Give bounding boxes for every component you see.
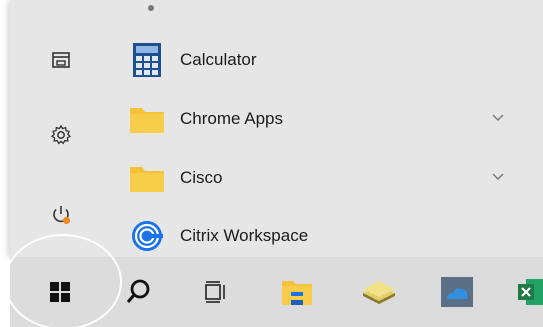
chevron-down-icon[interactable] <box>490 109 506 125</box>
start-menu: Calculator Chrome Apps Cisco Citrix Work… <box>10 0 543 257</box>
app-item-citrix-workspace[interactable]: Citrix Workspace <box>118 214 518 258</box>
citrix-icon <box>128 217 166 255</box>
power-icon[interactable] <box>48 202 74 228</box>
taskbar <box>10 257 543 327</box>
task-view-icon <box>205 281 225 303</box>
calculator-icon <box>128 41 166 79</box>
task-view-button[interactable] <box>193 269 239 315</box>
app-item-chrome-apps[interactable]: Chrome Apps <box>118 97 518 141</box>
excel-button[interactable] <box>510 269 543 315</box>
settings-icon[interactable] <box>48 122 74 148</box>
app-item-cisco[interactable]: Cisco <box>118 156 518 200</box>
windows-start-icon <box>50 282 70 302</box>
excel-icon <box>518 279 543 305</box>
app-label: Citrix Workspace <box>180 226 309 245</box>
search-icon <box>126 279 150 303</box>
app-list: Calculator Chrome Apps Cisco Citrix Work… <box>118 0 543 257</box>
file-explorer-icon <box>282 281 312 305</box>
stack-app-icon <box>363 281 395 304</box>
onedrive-app-button[interactable] <box>434 269 480 315</box>
start-menu-rail <box>10 0 106 257</box>
app-label: Chrome Apps <box>180 109 283 128</box>
windows-start-button[interactable] <box>37 269 83 315</box>
chevron-down-icon[interactable] <box>490 168 506 184</box>
folder-icon <box>128 159 166 197</box>
onedrive-app-icon <box>441 277 473 307</box>
documents-icon[interactable] <box>48 47 74 73</box>
search-button[interactable] <box>116 269 162 315</box>
screen: Calculator Chrome Apps Cisco Citrix Work… <box>0 0 543 327</box>
file-explorer-button[interactable] <box>274 269 320 315</box>
app-item-calculator[interactable]: Calculator <box>118 38 518 82</box>
stack-app-button[interactable] <box>356 269 402 315</box>
app-label: Calculator <box>180 50 257 69</box>
app-label: Cisco <box>180 168 223 187</box>
folder-icon <box>128 100 166 138</box>
